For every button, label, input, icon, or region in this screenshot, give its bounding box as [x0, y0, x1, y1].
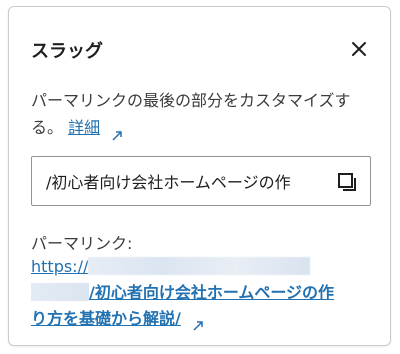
permalink-url[interactable]: https:// /初心者向け会社ホームページの作 り方を基礎から解説/: [31, 254, 371, 332]
redacted-path: [31, 283, 89, 301]
copy-icon: [338, 173, 356, 191]
slug-input[interactable]: [32, 171, 336, 191]
permalink-label: パーマリンク:: [31, 234, 133, 253]
permalink-prefix[interactable]: https://: [31, 257, 88, 276]
detail-link[interactable]: 詳細: [68, 118, 100, 137]
description: パーマリンクの最後の部分をカスタマイズする。 詳細: [31, 87, 371, 141]
copy-button[interactable]: [336, 171, 358, 193]
close-icon: [352, 42, 366, 56]
redacted-domain: [88, 257, 311, 275]
slug-field[interactable]: [31, 156, 371, 206]
permalink-slug-line2[interactable]: り方を基礎から解説/: [31, 309, 181, 328]
slug-panel: スラッグ パーマリンクの最後の部分をカスタマイズする。 詳細 パーマリンク: h…: [8, 6, 391, 346]
panel-title: スラッグ: [31, 41, 103, 62]
external-link-icon: [192, 314, 204, 331]
external-link-icon: [111, 123, 123, 141]
permalink-slug-line1[interactable]: /初心者向け会社ホームページの作: [89, 283, 334, 302]
close-button[interactable]: [349, 39, 369, 59]
